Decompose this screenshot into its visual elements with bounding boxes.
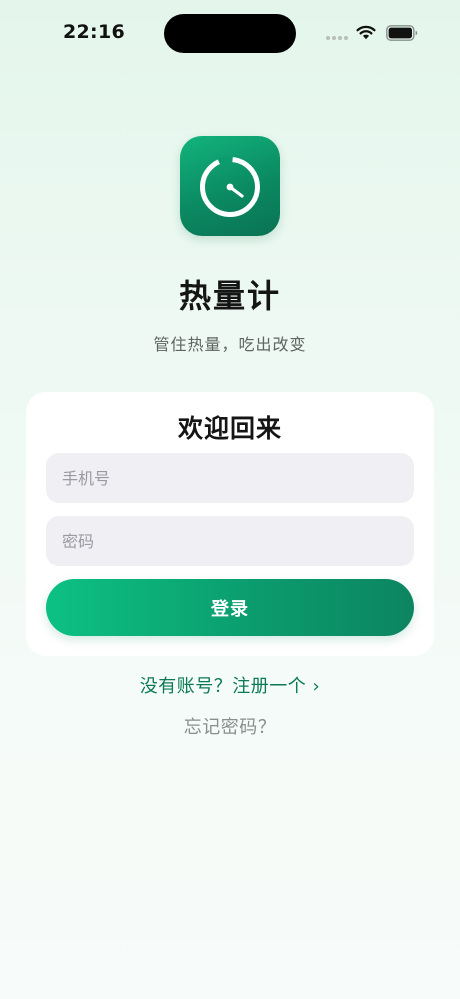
battery-icon bbox=[386, 25, 418, 41]
dynamic-island bbox=[164, 14, 296, 53]
gauge-icon bbox=[199, 156, 261, 218]
wifi-icon bbox=[356, 25, 376, 40]
register-link[interactable]: 没有账号？注册一个 › bbox=[0, 672, 460, 698]
phone-input[interactable] bbox=[46, 453, 414, 503]
status-bar: 22:16 bbox=[0, 0, 460, 64]
cellular-signal-icon bbox=[326, 36, 348, 40]
password-input[interactable] bbox=[46, 516, 414, 566]
login-button[interactable]: 登录 bbox=[46, 579, 414, 636]
app-name: 热量计 bbox=[178, 277, 281, 315]
forgot-password-link[interactable]: 忘记密码？ bbox=[0, 713, 460, 739]
login-card: 欢迎回来 登录 bbox=[26, 392, 434, 656]
login-title: 欢迎回来 bbox=[177, 414, 282, 443]
status-time: 22:16 bbox=[63, 21, 125, 43]
app-logo bbox=[180, 136, 280, 236]
app-tagline: 管住热量，吃出改变 bbox=[153, 335, 307, 354]
